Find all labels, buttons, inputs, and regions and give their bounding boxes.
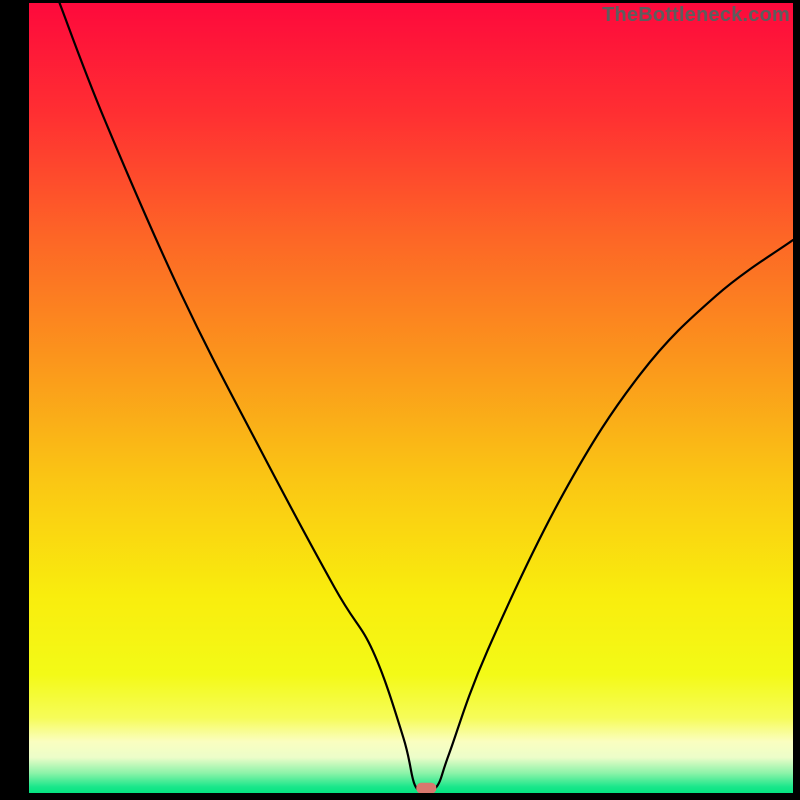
bottleneck-chart [0,0,800,800]
frame-top [0,0,800,3]
plot-background [29,3,793,793]
frame-right [793,0,800,800]
watermark-text: TheBottleneck.com [602,4,790,27]
chart-stage: TheBottleneck.com [0,0,800,800]
frame-bottom [0,793,800,800]
frame-left [0,0,29,800]
min-marker [416,783,436,794]
